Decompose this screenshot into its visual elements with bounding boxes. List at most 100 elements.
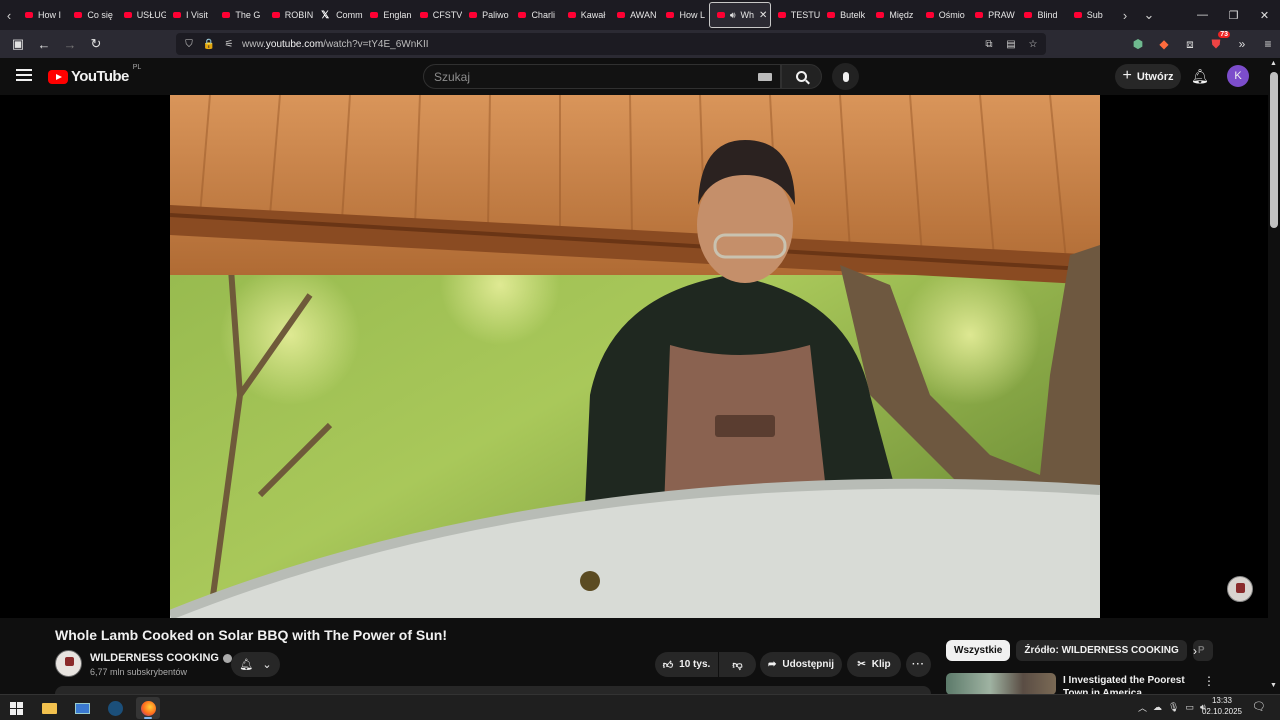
- tab-close-icon[interactable]: ✕: [759, 10, 767, 21]
- recommendation-menu-icon[interactable]: ⋮: [1203, 674, 1215, 688]
- search-button[interactable]: [781, 64, 822, 89]
- address-bar[interactable]: ⛉ 🔒 ⚟ www.youtube.com/watch?v=tY4E_6WnKI…: [176, 33, 1046, 55]
- youtube-logo[interactable]: YouTube PL: [48, 64, 141, 85]
- taskbar-clock[interactable]: 13:33 02.10.2025: [1200, 695, 1244, 717]
- url-domain: youtube.com: [265, 38, 324, 50]
- picture-in-picture-icon[interactable]: ⧉: [982, 39, 996, 50]
- forward-icon[interactable]: →: [58, 32, 82, 56]
- permissions-icon[interactable]: ⚟: [222, 39, 236, 50]
- minimize-icon[interactable]: —: [1187, 0, 1218, 30]
- tab-label: How L: [679, 10, 705, 20]
- extensions-puzzle-icon[interactable]: ⧈: [1180, 34, 1200, 54]
- recommendation-title[interactable]: I Investigated the Poorest Town in Ameri…: [1063, 674, 1203, 694]
- browser-tab[interactable]: TESTU: [771, 2, 820, 28]
- file-explorer-icon[interactable]: [37, 697, 61, 719]
- clip-button[interactable]: ✂ Klip: [847, 652, 901, 677]
- browser-tab[interactable]: Paliwo: [462, 2, 511, 28]
- tab-label: The G: [235, 10, 261, 20]
- scroll-up-icon[interactable]: ▲: [1270, 60, 1277, 67]
- browser-tab[interactable]: Kawał: [561, 2, 610, 28]
- channel-avatar[interactable]: [55, 650, 82, 677]
- browser-tab[interactable]: PRAW: [968, 2, 1017, 28]
- shield-icon[interactable]: ⛉: [182, 39, 196, 50]
- bookmark-star-icon[interactable]: ☆: [1026, 39, 1040, 50]
- remote-desktop-icon[interactable]: [70, 697, 94, 719]
- clip-label: Klip: [871, 659, 891, 670]
- tab-audio-icon[interactable]: 🔊︎: [730, 10, 736, 21]
- like-button[interactable]: 👍︎ 10 tys.: [655, 652, 718, 677]
- share-button[interactable]: ➦ Udostępnij: [760, 652, 842, 677]
- steam-icon[interactable]: [103, 697, 127, 719]
- account-avatar[interactable]: K: [1227, 65, 1249, 87]
- create-button[interactable]: + Utwórz: [1115, 64, 1181, 89]
- browser-tab[interactable]: How L: [659, 2, 708, 28]
- youtube-icon: [876, 12, 885, 18]
- vpn-extension-icon[interactable]: ⬢: [1128, 34, 1148, 54]
- browser-tab[interactable]: CFSTV: [413, 2, 462, 28]
- browser-tab[interactable]: Charli: [511, 2, 560, 28]
- tab-label: AWAN: [630, 10, 657, 20]
- browser-tab[interactable]: Ośmio: [919, 2, 968, 28]
- lock-icon[interactable]: 🔒: [202, 39, 216, 50]
- browser-tab[interactable]: USŁUG: [117, 2, 166, 28]
- firefox-icon[interactable]: [136, 697, 160, 719]
- tray-overflow-icon[interactable]: ︿: [1138, 701, 1147, 714]
- channel-name-link[interactable]: WILDERNESS COOKING: [90, 652, 232, 664]
- network-icon[interactable]: ▭: [1185, 702, 1194, 713]
- list-all-tabs-icon[interactable]: ⌄: [1134, 0, 1164, 30]
- browser-tab[interactable]: Butelk: [820, 2, 869, 28]
- recommendation-thumbnail[interactable]: [946, 673, 1056, 695]
- video-frame[interactable]: [170, 95, 1100, 618]
- youtube-icon: [925, 12, 934, 18]
- video-scene-image: [170, 95, 1100, 618]
- notifications-bell-icon[interactable]: 🔔︎: [1191, 68, 1209, 85]
- microphone-tray-icon[interactable]: 🎙︎: [1168, 702, 1179, 713]
- browser-tab[interactable]: Englan: [363, 2, 412, 28]
- scroll-down-icon[interactable]: ▼: [1270, 682, 1277, 689]
- dislike-button[interactable]: 👎︎: [719, 652, 756, 677]
- sidebar-toggle-icon[interactable]: ▣: [6, 32, 30, 56]
- browser-tab[interactable]: ROBIN: [265, 2, 314, 28]
- browser-tab[interactable]: Sub: [1067, 2, 1116, 28]
- voice-search-button[interactable]: [832, 63, 859, 90]
- app-menu-icon[interactable]: ≡: [1258, 34, 1278, 54]
- browser-tab[interactable]: Międz: [869, 2, 918, 28]
- start-button[interactable]: [4, 697, 28, 719]
- chips-next-chevron-icon[interactable]: ›: [1193, 644, 1197, 658]
- fox-extension-icon[interactable]: ◆: [1154, 34, 1174, 54]
- tab-label: I Visit: [186, 10, 208, 20]
- subscription-notifications-button[interactable]: 🔔︎ ⌄: [231, 652, 280, 677]
- onedrive-icon[interactable]: ☁: [1153, 702, 1162, 713]
- search-input[interactable]: Szukaj: [423, 64, 781, 89]
- keyboard-icon[interactable]: [758, 73, 772, 81]
- browser-tab[interactable]: 🔊︎ Wh ✕: [708, 2, 771, 28]
- browser-tab[interactable]: AWAN: [610, 2, 659, 28]
- close-window-icon[interactable]: ✕: [1249, 0, 1280, 30]
- browser-tab[interactable]: How I: [18, 2, 67, 28]
- browser-tab[interactable]: The G: [215, 2, 264, 28]
- youtube-icon: [419, 12, 428, 18]
- overflow-chevron-icon[interactable]: »: [1232, 34, 1252, 54]
- youtube-icon: [827, 12, 836, 18]
- scrollbar-thumb[interactable]: [1270, 72, 1278, 228]
- more-actions-button[interactable]: ···: [906, 652, 931, 677]
- browser-tab[interactable]: Co się: [67, 2, 116, 28]
- tabs-scroll-left-icon[interactable]: ‹: [0, 0, 18, 30]
- chip-all[interactable]: Wszystkie: [946, 640, 1011, 661]
- browser-tab[interactable]: I Visit: [166, 2, 215, 28]
- reload-icon[interactable]: ↻: [84, 32, 108, 56]
- chip-source-channel[interactable]: Źródło: WILDERNESS COOKING: [1016, 640, 1187, 661]
- ublock-icon[interactable]: ⛊ 73: [1206, 31, 1230, 54]
- browser-tab[interactable]: Blind: [1017, 2, 1066, 28]
- tab-label: PRAW: [988, 10, 1015, 20]
- browser-tab[interactable]: 𝕏 Comm: [314, 2, 363, 28]
- notification-center-icon[interactable]: 🗨︎: [1252, 700, 1266, 713]
- video-player[interactable]: [0, 95, 1268, 618]
- reader-view-icon[interactable]: ▤: [1004, 39, 1018, 50]
- restore-icon[interactable]: ❐: [1218, 0, 1249, 30]
- channel-watermark-icon[interactable]: [1227, 576, 1253, 602]
- guide-menu-icon[interactable]: [16, 69, 32, 81]
- tabs-scroll-right-icon[interactable]: ›: [1116, 0, 1134, 30]
- page-scrollbar[interactable]: ▲ ▼: [1268, 58, 1280, 694]
- back-icon[interactable]: ←: [32, 32, 56, 56]
